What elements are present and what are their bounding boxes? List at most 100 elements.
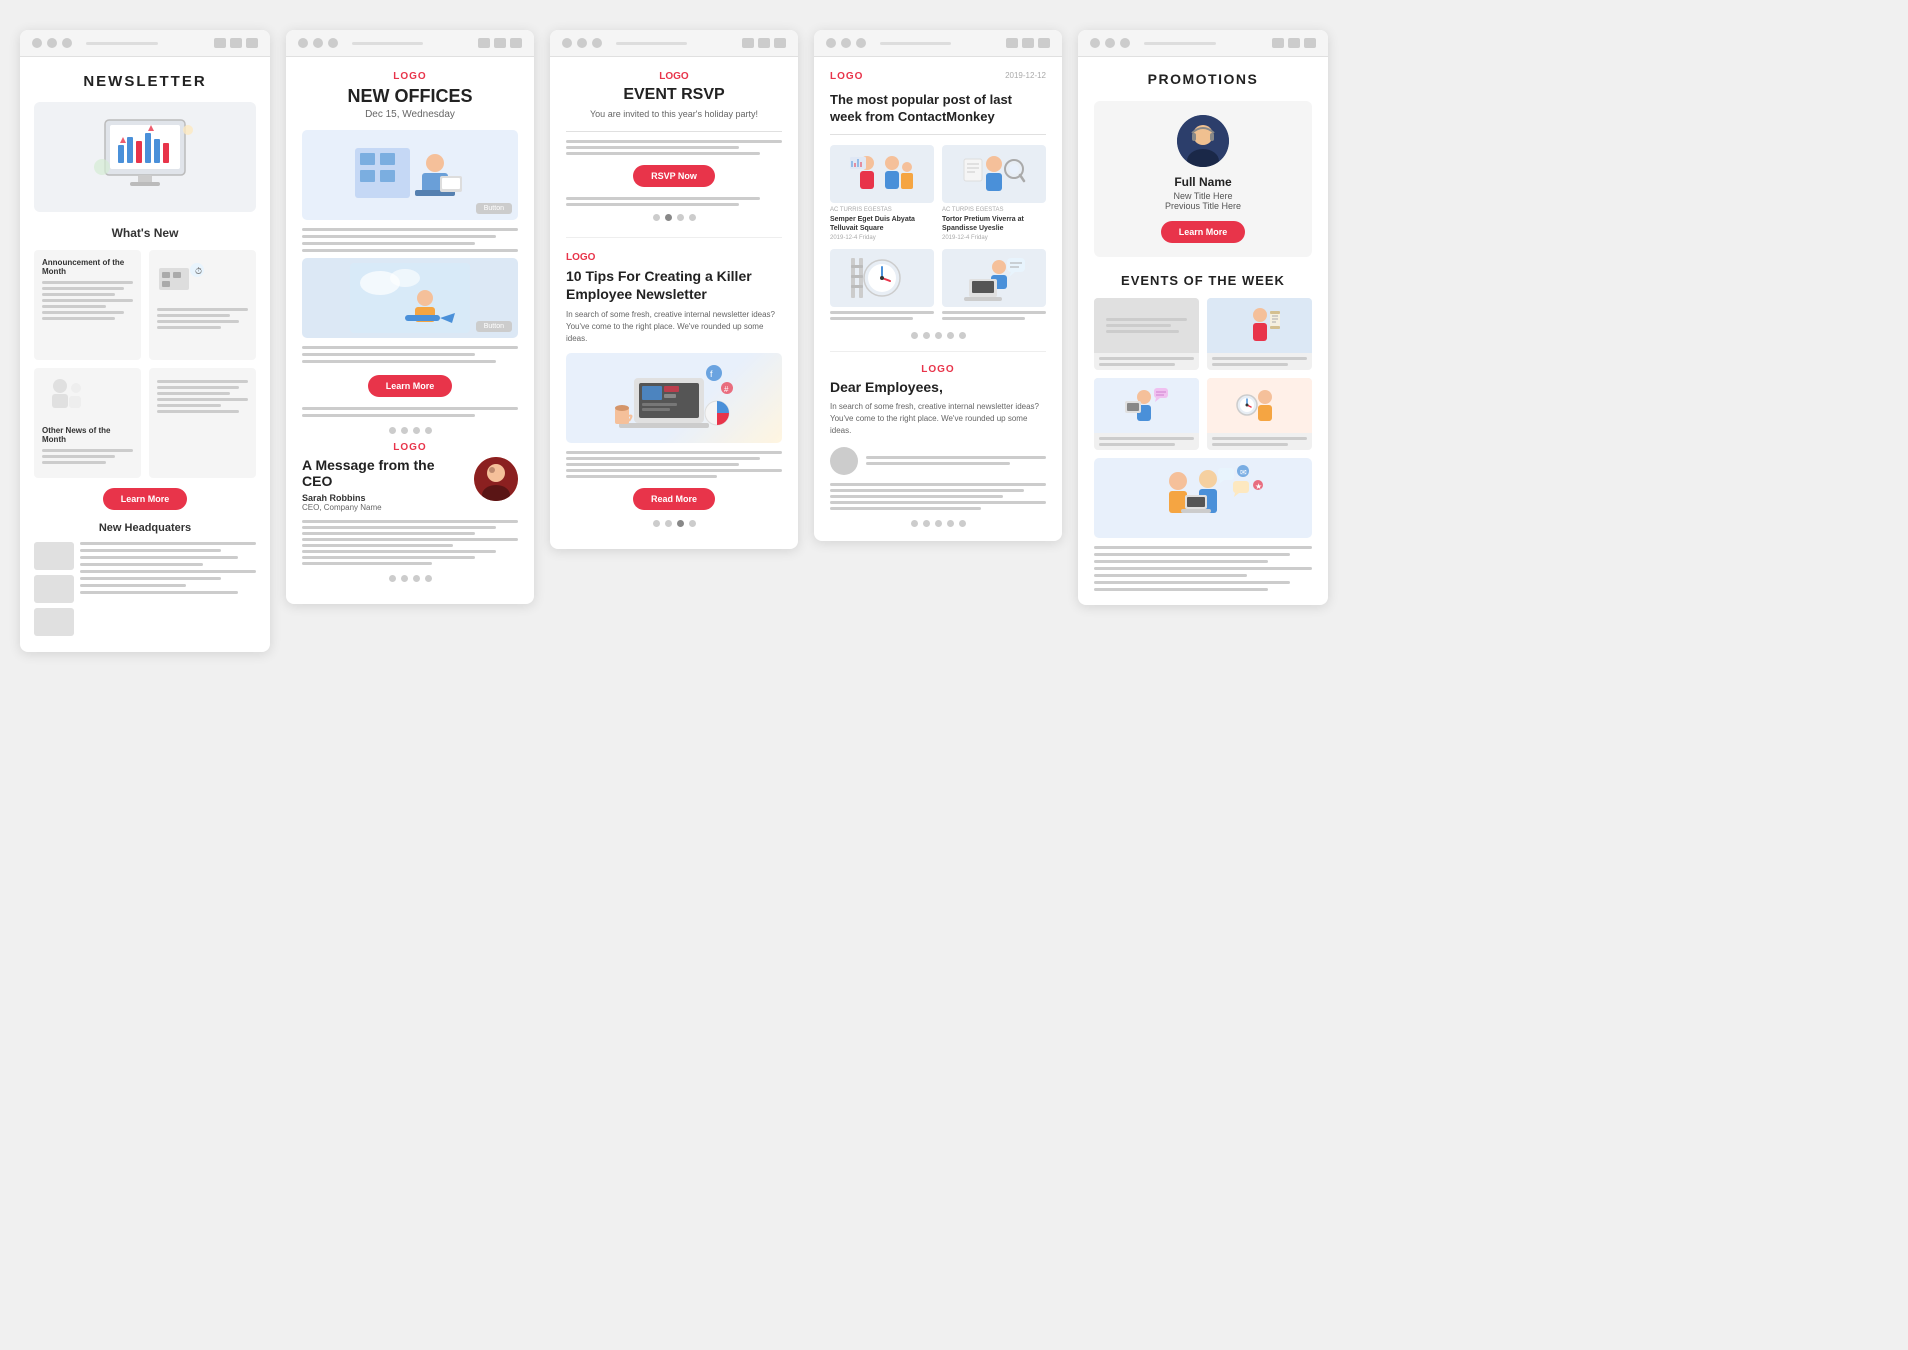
line <box>302 538 518 541</box>
icon-card: ⏱ <box>149 250 256 360</box>
browser-bar-2 <box>286 30 534 57</box>
dot2 <box>1105 38 1115 48</box>
line <box>1099 443 1175 446</box>
line <box>42 311 124 314</box>
sq1 <box>742 38 754 48</box>
monitor-illustration <box>90 115 200 200</box>
news-img-4 <box>942 249 1046 307</box>
svg-text:⏱: ⏱ <box>195 266 202 276</box>
ceo-header: A Message from the CEO Sarah Robbins CEO… <box>302 457 518 512</box>
w5-last-illustration: ✉ ★ <box>1133 463 1273 533</box>
line <box>566 197 760 200</box>
line <box>1099 357 1194 360</box>
ceo-message-title: A Message from the CEO <box>302 457 466 489</box>
promo-avatar <box>1177 115 1229 167</box>
sq3 <box>510 38 522 48</box>
w4-date: 2019-12-12 <box>1005 71 1046 80</box>
browser-dots-4 <box>826 38 866 48</box>
w4-header: LOGO 2019-12-12 <box>830 71 1046 86</box>
news-tag-1: AC TURRIS EGESTAS <box>830 207 934 213</box>
sq2 <box>230 38 242 48</box>
rsvp-button[interactable]: RSVP Now <box>633 165 715 187</box>
office-illustration-1 <box>350 138 470 213</box>
event-title: EVENT RSVP <box>566 86 782 104</box>
other-news-title: Other News of the Month <box>42 426 133 444</box>
line <box>866 462 1010 465</box>
w4-separator <box>830 134 1046 135</box>
line <box>157 308 248 311</box>
line <box>866 456 1046 459</box>
announcement-lines <box>42 281 133 320</box>
browser-lines-1 <box>86 42 206 45</box>
ceo-dots <box>302 575 518 582</box>
dear-title: Dear Employees, <box>830 379 1046 395</box>
w2-logo: LOGO <box>302 71 518 82</box>
pag-dot <box>689 520 696 527</box>
sq1 <box>478 38 490 48</box>
event-pag-dots <box>566 214 782 221</box>
line <box>157 392 230 395</box>
event-text-1 <box>1094 353 1199 370</box>
pag-dot <box>401 575 408 582</box>
hq-img-2 <box>34 575 74 603</box>
line <box>1099 437 1194 440</box>
news-illus-4 <box>959 253 1029 303</box>
read-more-button[interactable]: Read More <box>633 488 715 510</box>
line <box>830 507 981 510</box>
event-img-3 <box>1094 378 1199 433</box>
line <box>566 152 760 155</box>
promo-prev-title: Previous Title Here <box>1108 201 1298 211</box>
w2-btn-overlay[interactable]: Button <box>476 203 512 214</box>
event-illus-4 <box>1235 383 1285 428</box>
line <box>80 570 256 573</box>
promo-learn-button[interactable]: Learn More <box>1161 221 1246 243</box>
line <box>1106 324 1171 327</box>
line <box>1094 581 1290 584</box>
line <box>80 584 186 587</box>
line <box>157 314 230 317</box>
line <box>302 562 432 565</box>
line <box>1212 357 1307 360</box>
sq1 <box>214 38 226 48</box>
line <box>566 140 782 143</box>
w2-learn-more-button[interactable]: Learn More <box>368 375 453 397</box>
pag-dot-active <box>665 214 672 221</box>
card-icon: ⏱ <box>157 258 248 303</box>
pag-dot <box>689 214 696 221</box>
browser-dots-2 <box>298 38 338 48</box>
learn-more-button-1[interactable]: Learn More <box>103 488 188 510</box>
events-title: EVENTS OF THE WEEK <box>1094 273 1312 288</box>
hq-img-3 <box>34 608 74 636</box>
event-img-2 <box>1207 298 1312 353</box>
line <box>1212 443 1288 446</box>
ceo-avatar <box>474 457 518 501</box>
w2-btn-overlay-2[interactable]: Button <box>476 321 512 332</box>
w2-lines-1 <box>302 228 518 252</box>
window-newsletter: NEWSLETTER <box>20 30 270 652</box>
tips-lines <box>566 451 782 478</box>
dot3 <box>1120 38 1130 48</box>
line <box>302 414 475 417</box>
promotions-title: PROMOTIONS <box>1094 71 1312 87</box>
pag-dot <box>947 332 954 339</box>
ceo-text-lines <box>302 520 518 565</box>
page-container: NEWSLETTER <box>20 30 1888 652</box>
other-news-card: Other News of the Month <box>34 368 141 478</box>
line <box>302 526 496 529</box>
line <box>1212 363 1288 366</box>
line <box>830 483 1046 486</box>
window-event-rsvp: LOGO EVENT RSVP You are invited to this … <box>550 30 798 549</box>
line <box>566 475 717 478</box>
sq3 <box>774 38 786 48</box>
news-card-1: AC TURRIS EGESTAS Semper Eget Duis Abyat… <box>830 145 934 241</box>
line <box>302 353 475 356</box>
w5-last-text-lines <box>1094 546 1312 591</box>
pag-dot <box>653 520 660 527</box>
browser-lines-4 <box>880 42 998 45</box>
pag-dot <box>413 575 420 582</box>
sq2 <box>1022 38 1034 48</box>
pag-dot <box>935 332 942 339</box>
w4-logo-1: LOGO <box>830 71 863 82</box>
news-img-2 <box>942 145 1046 203</box>
news-card-3 <box>830 249 934 320</box>
